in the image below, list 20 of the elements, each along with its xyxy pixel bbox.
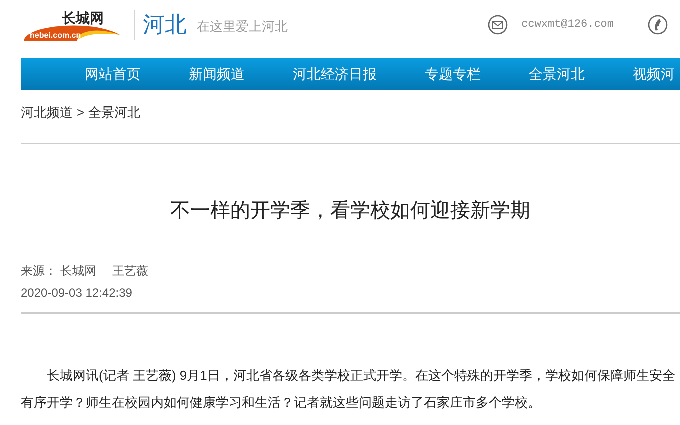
nav-link[interactable]: 网站首页 [85, 64, 141, 84]
nav-link[interactable]: 新闻频道 [189, 64, 245, 84]
publish-date: 2020-09-03 12:42:39 [21, 284, 134, 302]
logo[interactable]: 长城网 hebei.com.cn [22, 7, 122, 43]
breadcrumb-separator: > [77, 104, 85, 122]
nav-link[interactable]: 全景河北 [529, 64, 585, 84]
nav-link[interactable]: 视频河 [633, 64, 675, 84]
author-name: 王艺薇 [112, 262, 148, 280]
email-text: ccwxmt@126.com [522, 18, 614, 33]
article-title: 不一样的开学季，看学校如何迎接新学期 [170, 198, 532, 224]
breadcrumb-link[interactable]: 全景河北 [88, 103, 141, 122]
nav-link[interactable]: 专题专栏 [425, 64, 481, 84]
phone-icon[interactable] [648, 15, 668, 35]
source-text: 来源： 长城网 [21, 262, 96, 280]
nav-link[interactable]: 河北经济日报 [293, 64, 377, 84]
channel-title: 河北 [143, 14, 187, 36]
slogan: 在这里爱上河北 [197, 18, 288, 36]
breadcrumb-link[interactable]: 河北频道 [21, 103, 73, 122]
mail-icon[interactable] [488, 15, 508, 35]
article-paragraph: 长城网讯(记者 王艺薇) 9月1日，河北省各级各类学校正式开学。在这个特殊的开学季，学校如何保障师生安全有序开学？师生在校园内如何健康学习和生活？记者就这些问题走访了石家庄市多个学校。 [21, 366, 676, 412]
